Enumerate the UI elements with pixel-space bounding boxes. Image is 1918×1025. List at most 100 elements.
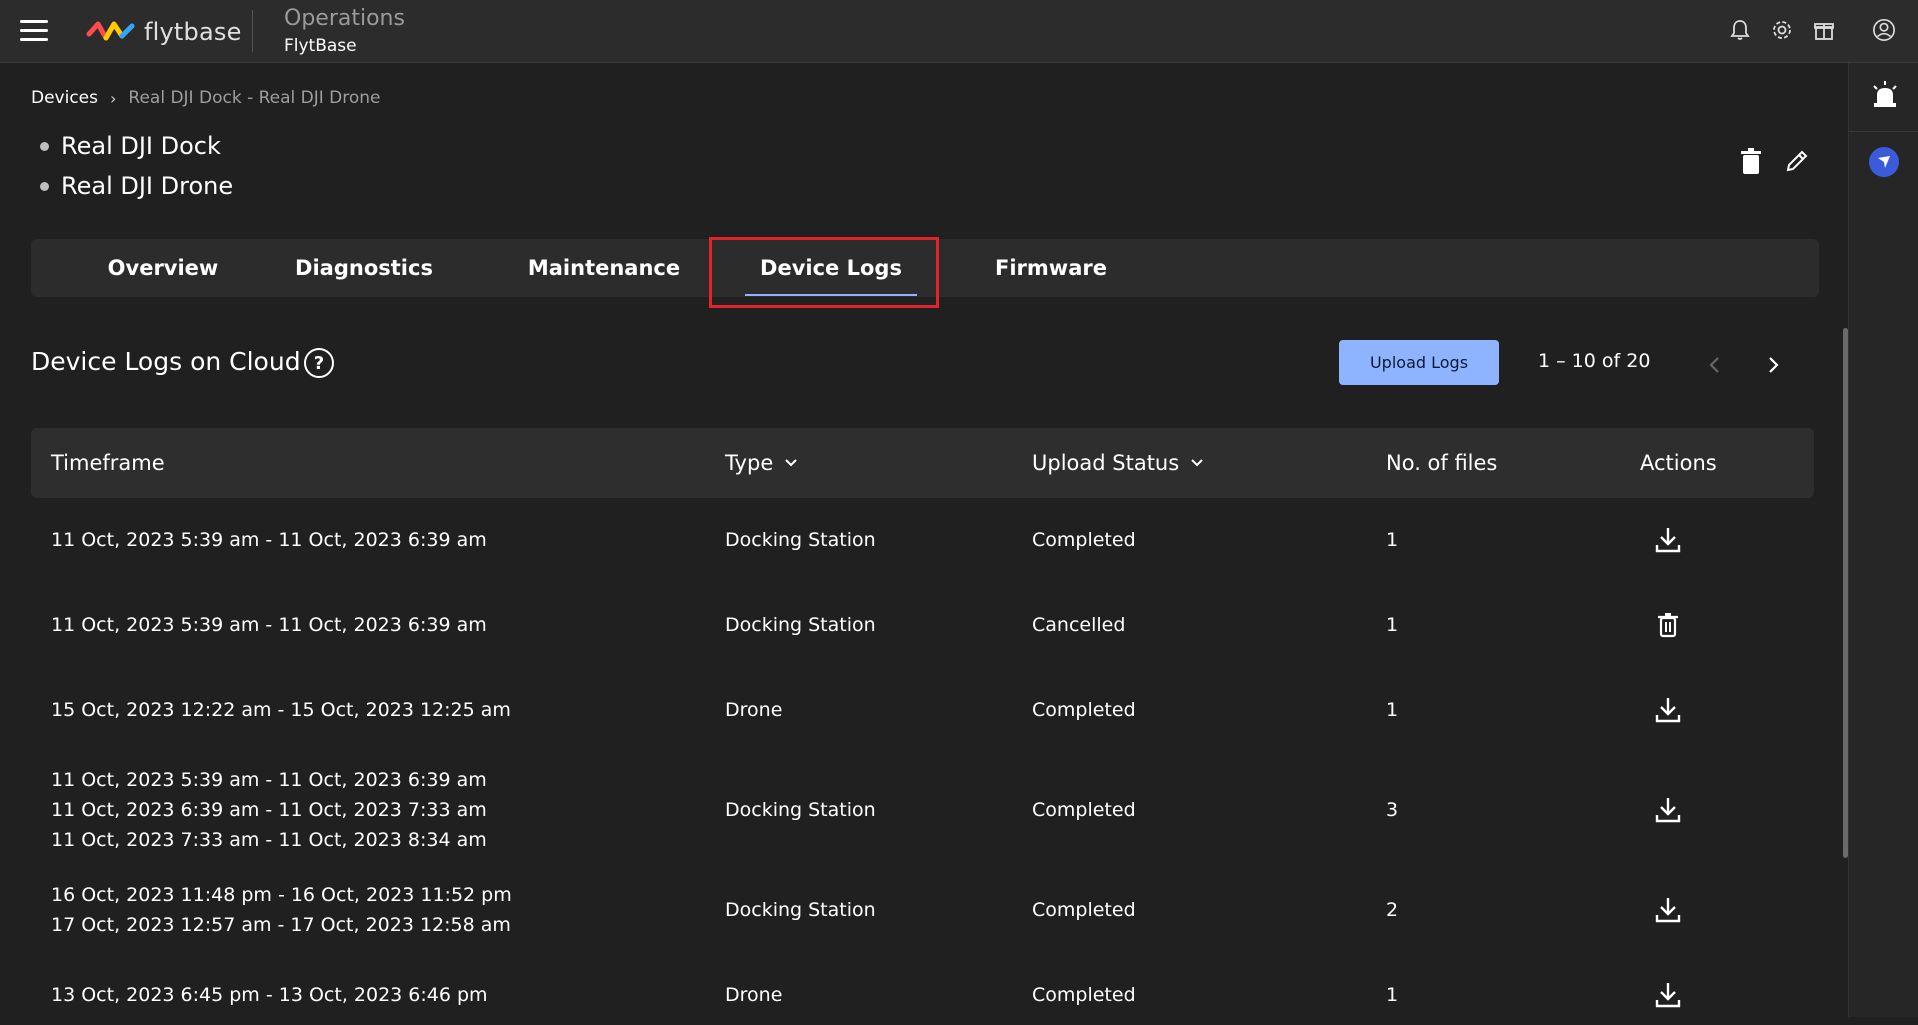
upload-status-cell: Completed [1032,529,1136,551]
timeframe-text: 15 Oct, 2023 12:22 am - 15 Oct, 2023 12:… [51,699,511,721]
upload-status-cell: Cancelled [1032,614,1126,636]
device-name: Real DJI Drone [61,172,234,200]
edit-pencil-icon[interactable] [1784,148,1810,174]
tab-device-logs[interactable]: Device Logs [727,239,935,297]
actions-cell [1653,590,1683,660]
files-count-cell: 1 [1386,529,1399,551]
rail-divider [1849,131,1918,132]
timeframe-cell: 16 Oct, 2023 11:48 pm - 16 Oct, 2023 11:… [51,880,512,940]
breadcrumb-devices-link[interactable]: Devices [31,88,98,108]
scrollbar[interactable] [1843,328,1848,858]
upload-status-cell: Completed [1032,699,1136,721]
app-title: Operations [284,6,405,31]
actions-cell [1653,675,1683,745]
chevron-left-icon[interactable] [1704,352,1726,378]
type-cell: Docking Station [725,614,876,636]
tab-firmware[interactable]: Firmware [961,239,1141,297]
actions-cell [1653,760,1683,860]
help-icon[interactable]: ? [304,348,334,378]
account-icon[interactable] [1872,18,1896,42]
delete-icon[interactable] [1653,610,1683,640]
timeframe-text: 11 Oct, 2023 5:39 am - 11 Oct, 2023 6:39… [51,529,487,551]
tab-bar: Overview Diagnostics Maintenance Device … [31,239,1819,297]
timeframe-cell: 15 Oct, 2023 12:22 am - 15 Oct, 2023 12:… [51,675,511,745]
table-row: 11 Oct, 2023 5:39 am - 11 Oct, 2023 6:39… [31,760,1814,860]
tab-overview[interactable]: Overview [69,239,257,297]
timeframe-cell: 11 Oct, 2023 5:39 am - 11 Oct, 2023 6:39… [51,505,487,575]
column-header-files: No. of files [1386,451,1498,475]
upload-status-cell: Completed [1032,799,1136,821]
chevron-down-icon [785,459,797,467]
files-count-cell: 1 [1386,699,1399,721]
device-name: Real DJI Dock [61,132,221,160]
section-title: Device Logs on Cloud [31,347,301,376]
timeframe-text: 11 Oct, 2023 5:39 am - 11 Oct, 2023 6:39… [51,769,487,791]
tab-maintenance[interactable]: Maintenance [499,239,709,297]
trash-icon[interactable] [1738,148,1764,174]
actions-cell [1653,505,1683,575]
breadcrumb-current: Real DJI Dock - Real DJI Drone [128,88,381,108]
download-icon[interactable] [1653,895,1683,925]
bullet [40,181,49,191]
bell-icon[interactable] [1728,18,1752,42]
flytbase-logo[interactable]: flytbase [86,17,242,47]
top-bar: flytbase Operations FlytBase [0,0,1918,63]
chevron-down-icon [1191,459,1203,467]
actions-cell [1653,880,1683,940]
tab-diagnostics[interactable]: Diagnostics [269,239,459,297]
actions-cell [1653,965,1683,1025]
column-header-actions: Actions [1640,451,1717,475]
download-icon[interactable] [1653,795,1683,825]
timeframe-text: 16 Oct, 2023 11:48 pm - 16 Oct, 2023 11:… [51,884,512,906]
table-row: 11 Oct, 2023 5:39 am - 11 Oct, 2023 6:39… [31,590,1814,660]
type-cell: Docking Station [725,799,876,821]
alarm-icon[interactable] [1869,79,1901,111]
timeframe-cell: 11 Oct, 2023 5:39 am - 11 Oct, 2023 6:39… [51,760,487,860]
navigation-icon[interactable] [1869,147,1899,177]
column-header-type[interactable]: Type [725,428,799,498]
timeframe-text: 13 Oct, 2023 6:45 pm - 13 Oct, 2023 6:46… [51,984,488,1006]
breadcrumb-separator: › [110,88,117,108]
chevron-right-icon[interactable] [1762,352,1784,378]
table-row: 11 Oct, 2023 5:39 am - 11 Oct, 2023 6:39… [31,505,1814,575]
download-icon[interactable] [1653,695,1683,725]
download-icon[interactable] [1653,980,1683,1010]
upload-status-cell: Completed [1032,984,1136,1006]
table-header: Timeframe Type Upload Status No. of file… [31,428,1814,498]
column-header-timeframe: Timeframe [51,451,165,475]
table-row: 13 Oct, 2023 6:45 pm - 13 Oct, 2023 6:46… [31,965,1814,1025]
type-cell: Docking Station [725,899,876,921]
gift-icon[interactable] [1812,18,1836,42]
table-row: 15 Oct, 2023 12:22 am - 15 Oct, 2023 12:… [31,675,1814,745]
timeframe-cell: 13 Oct, 2023 6:45 pm - 13 Oct, 2023 6:46… [51,965,488,1025]
header-divider [252,10,253,52]
menu-icon[interactable] [20,20,48,42]
column-header-upload-status[interactable]: Upload Status [1032,428,1205,498]
pagination-range: 1 – 10 of 20 [1538,350,1651,372]
org-name[interactable]: FlytBase [284,36,357,56]
device-item-drone: Real DJI Drone [40,166,233,206]
type-cell: Drone [725,984,783,1006]
files-count-cell: 1 [1386,614,1399,636]
type-cell: Drone [725,699,783,721]
logo-mark-icon [86,21,135,41]
device-list: Real DJI Dock Real DJI Drone [40,126,233,206]
gear-icon[interactable] [1770,18,1794,42]
breadcrumb: Devices › Real DJI Dock - Real DJI Drone [31,88,381,108]
timeframe-text: 11 Oct, 2023 6:39 am - 11 Oct, 2023 7:33… [51,799,487,821]
type-cell: Docking Station [725,529,876,551]
timeframe-text: 17 Oct, 2023 12:57 am - 17 Oct, 2023 12:… [51,914,511,936]
upload-logs-button[interactable]: Upload Logs [1339,340,1499,385]
timeframe-text: 11 Oct, 2023 7:33 am - 11 Oct, 2023 8:34… [51,829,487,851]
files-count-cell: 2 [1386,899,1399,921]
device-item-dock: Real DJI Dock [40,126,233,166]
table-row: 16 Oct, 2023 11:48 pm - 16 Oct, 2023 11:… [31,880,1814,940]
timeframe-cell: 11 Oct, 2023 5:39 am - 11 Oct, 2023 6:39… [51,590,487,660]
download-icon[interactable] [1653,525,1683,555]
timeframe-text: 11 Oct, 2023 5:39 am - 11 Oct, 2023 6:39… [51,614,487,636]
right-rail [1848,63,1918,1017]
bullet [40,141,49,151]
logo-text: flytbase [144,18,242,46]
upload-status-cell: Completed [1032,899,1136,921]
files-count-cell: 3 [1386,799,1399,821]
